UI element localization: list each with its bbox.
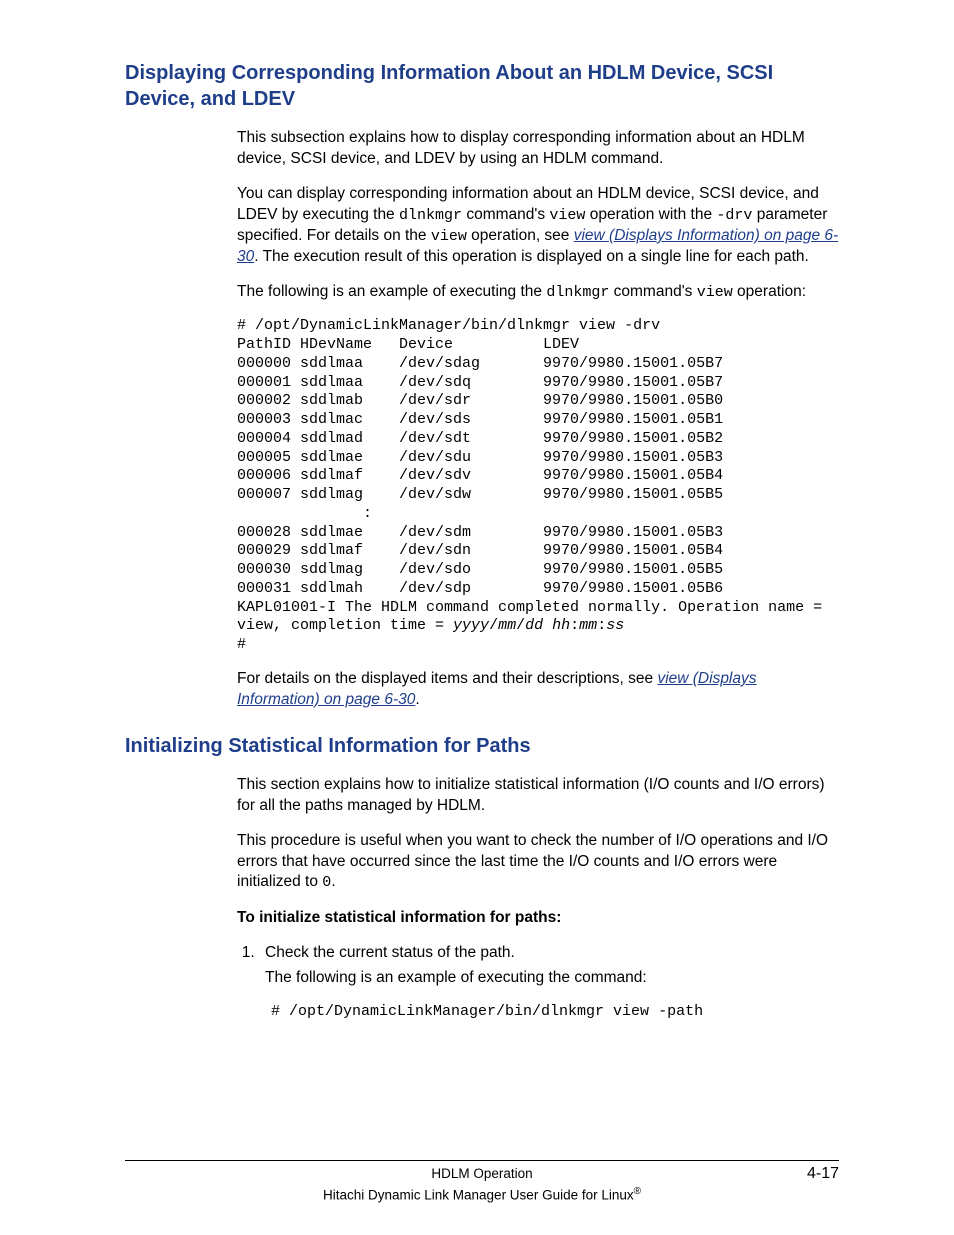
code-text bbox=[543, 617, 552, 634]
text: . bbox=[415, 691, 419, 708]
text: Check the current status of the path. bbox=[265, 944, 515, 961]
text: command's bbox=[609, 283, 696, 300]
code-var: mm bbox=[498, 617, 516, 634]
code-inline: view bbox=[549, 207, 585, 224]
code-inline: dlnkmgr bbox=[399, 207, 462, 224]
code-var: ss bbox=[606, 617, 624, 634]
list-item: Check the current status of the path. Th… bbox=[259, 943, 839, 1023]
code-text: / bbox=[489, 617, 498, 634]
text: . bbox=[331, 873, 335, 890]
page-number: 4-17 bbox=[807, 1163, 839, 1185]
code-text: # /opt/DynamicLinkManager/bin/dlnkmgr vi… bbox=[237, 317, 831, 634]
code-block: # /opt/DynamicLinkManager/bin/dlnkmgr vi… bbox=[271, 1002, 839, 1022]
code-block: # /opt/DynamicLinkManager/bin/dlnkmgr vi… bbox=[237, 317, 839, 655]
paragraph: For details on the displayed items and t… bbox=[237, 669, 839, 711]
text: operation with the bbox=[585, 206, 716, 223]
paragraph: This subsection explains how to display … bbox=[237, 128, 839, 170]
code-var: yyyy bbox=[453, 617, 489, 634]
paragraph: This section explains how to initialize … bbox=[237, 775, 839, 817]
code-inline: view bbox=[431, 228, 467, 245]
text: command's bbox=[462, 206, 549, 223]
footer-doc-title: Hitachi Dynamic Link Manager User Guide … bbox=[125, 1185, 839, 1205]
footer-rule bbox=[125, 1160, 839, 1161]
paragraph: The following is an example of executing… bbox=[237, 282, 839, 303]
registered-mark: ® bbox=[634, 1186, 641, 1197]
text: operation: bbox=[733, 283, 806, 300]
code-inline: -drv bbox=[716, 207, 752, 224]
page-footer: HDLM Operation 4-17 Hitachi Dynamic Link… bbox=[0, 1160, 954, 1205]
procedure-heading: To initialize statistical information fo… bbox=[237, 908, 839, 929]
code-text: / bbox=[516, 617, 525, 634]
text: The following is an example of executing… bbox=[265, 968, 839, 989]
text: The following is an example of executing… bbox=[237, 283, 546, 300]
text: . The execution result of this operation… bbox=[254, 248, 809, 265]
text: For details on the displayed items and t… bbox=[237, 670, 657, 687]
section-heading-2: Initializing Statistical Information for… bbox=[125, 733, 839, 759]
code-inline: view bbox=[697, 284, 733, 301]
code-text: : bbox=[597, 617, 606, 634]
section-heading-1: Displaying Corresponding Information Abo… bbox=[125, 60, 839, 112]
text: operation, see bbox=[467, 227, 574, 244]
text: Hitachi Dynamic Link Manager User Guide … bbox=[323, 1188, 634, 1203]
code-var: dd bbox=[525, 617, 543, 634]
code-text: # bbox=[237, 636, 246, 653]
code-var: mm bbox=[579, 617, 597, 634]
paragraph: This procedure is useful when you want t… bbox=[237, 831, 839, 894]
paragraph: You can display corresponding informatio… bbox=[237, 184, 839, 268]
footer-section-title: HDLM Operation bbox=[431, 1166, 532, 1181]
ordered-list: Check the current status of the path. Th… bbox=[237, 943, 839, 1023]
code-inline: 0 bbox=[322, 874, 331, 891]
code-inline: dlnkmgr bbox=[546, 284, 609, 301]
code-text: : bbox=[570, 617, 579, 634]
code-var: hh bbox=[552, 617, 570, 634]
